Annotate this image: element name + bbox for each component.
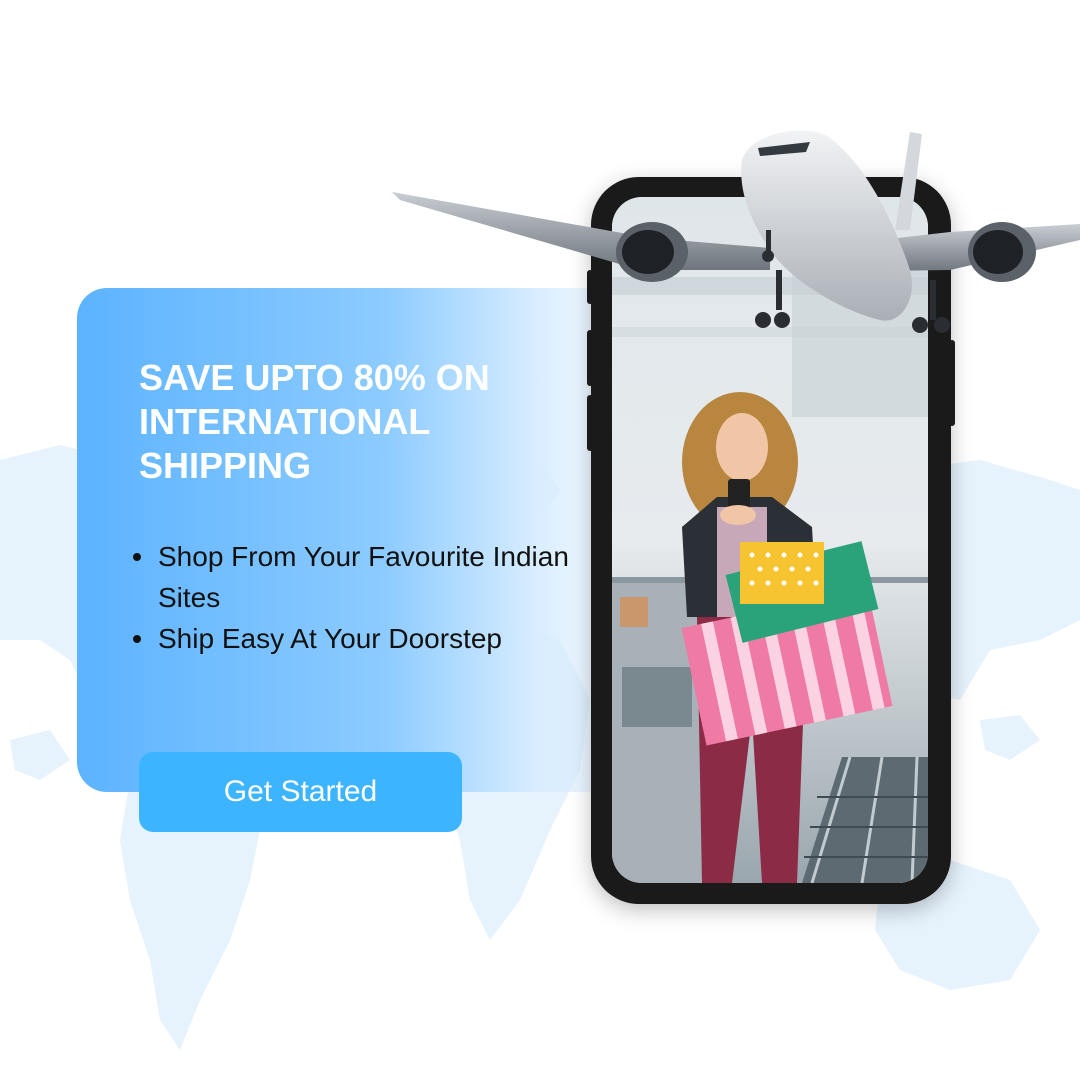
phone-side-button [949,340,955,426]
phone-side-button [587,395,593,451]
airplane-image [392,130,1080,333]
feature-list: Shop From Your Favourite Indian Sites Sh… [133,536,578,659]
feature-item: Ship Easy At Your Doorstep [133,618,578,659]
get-started-button[interactable]: Get Started [139,752,462,832]
feature-item: Shop From Your Favourite Indian Sites [133,536,578,618]
headline: SAVE UPTO 80% ON INTERNATIONAL SHIPPING [139,357,490,486]
